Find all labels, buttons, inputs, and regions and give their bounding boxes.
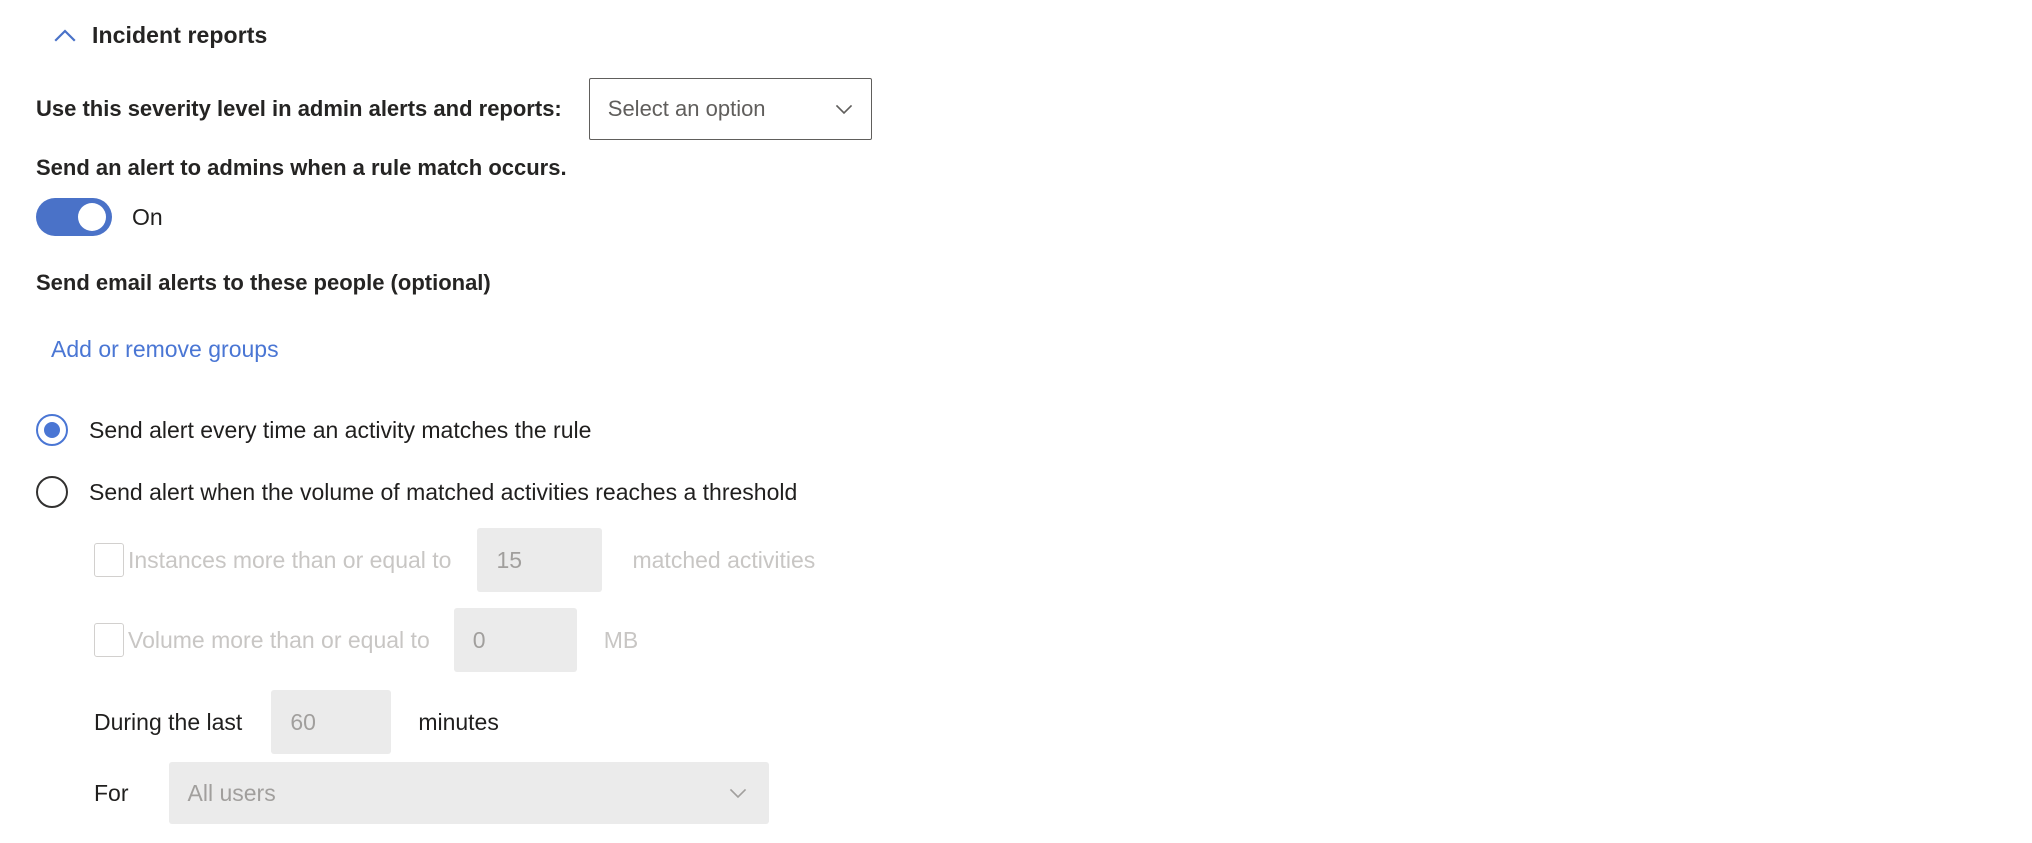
- instances-checkbox[interactable]: [94, 543, 124, 577]
- admin-alert-toggle-state: On: [132, 203, 163, 230]
- severity-level-row: Use this severity level in admin alerts …: [36, 78, 872, 140]
- for-users-dropdown-value: All users: [187, 779, 276, 806]
- chevron-down-icon: [835, 104, 852, 115]
- incident-reports-section-header[interactable]: Incident reports: [52, 22, 267, 49]
- chevron-down-icon: [729, 788, 746, 799]
- instances-checkbox-label: Instances more than or equal to: [128, 546, 452, 573]
- radio-option-every-time[interactable]: Send alert every time an activity matche…: [36, 414, 591, 446]
- for-label: For: [94, 779, 129, 806]
- page-title: Incident reports: [92, 22, 268, 48]
- toggle-knob: [78, 203, 106, 231]
- radio-button-unselected[interactable]: [36, 476, 68, 508]
- radio-label-every-time: Send alert every time an activity matche…: [89, 416, 592, 443]
- instances-value-input[interactable]: 15: [477, 528, 603, 592]
- minutes-unit-label: minutes: [418, 708, 499, 735]
- incident-reports-panel: Incident reports Use this severity level…: [0, 0, 2032, 843]
- instances-unit-label: matched activities: [632, 546, 816, 573]
- email-alerts-label: Send email alerts to these people (optio…: [36, 270, 491, 295]
- severity-level-label: Use this severity level in admin alerts …: [36, 96, 562, 121]
- for-users-dropdown[interactable]: All users: [168, 762, 769, 824]
- during-the-last-input[interactable]: 60: [271, 690, 392, 754]
- during-the-last-row: During the last 60 minutes: [94, 690, 499, 754]
- admin-alert-label: Send an alert to admins when a rule matc…: [36, 155, 567, 180]
- volume-checkbox[interactable]: [94, 623, 124, 657]
- radio-button-selected[interactable]: [36, 414, 68, 446]
- volume-checkbox-label: Volume more than or equal to: [128, 626, 430, 653]
- threshold-volume-row: Volume more than or equal to 0 MB: [94, 608, 638, 672]
- chevron-up-icon[interactable]: [52, 23, 78, 49]
- for-users-row: For All users: [94, 762, 769, 824]
- admin-alert-toggle[interactable]: [36, 198, 112, 236]
- severity-level-dropdown-value: Select an option: [607, 96, 766, 121]
- severity-level-dropdown[interactable]: Select an option: [588, 78, 872, 140]
- volume-value-input[interactable]: 0: [453, 608, 577, 672]
- add-or-remove-groups-link[interactable]: Add or remove groups: [51, 336, 279, 363]
- radio-option-threshold[interactable]: Send alert when the volume of matched ac…: [36, 476, 797, 508]
- threshold-instances-row: Instances more than or equal to 15 match…: [94, 528, 815, 592]
- during-the-last-label: During the last: [94, 708, 243, 735]
- admin-alert-toggle-row: On: [36, 198, 163, 236]
- volume-unit-label: MB: [603, 626, 639, 653]
- radio-label-threshold: Send alert when the volume of matched ac…: [89, 478, 798, 505]
